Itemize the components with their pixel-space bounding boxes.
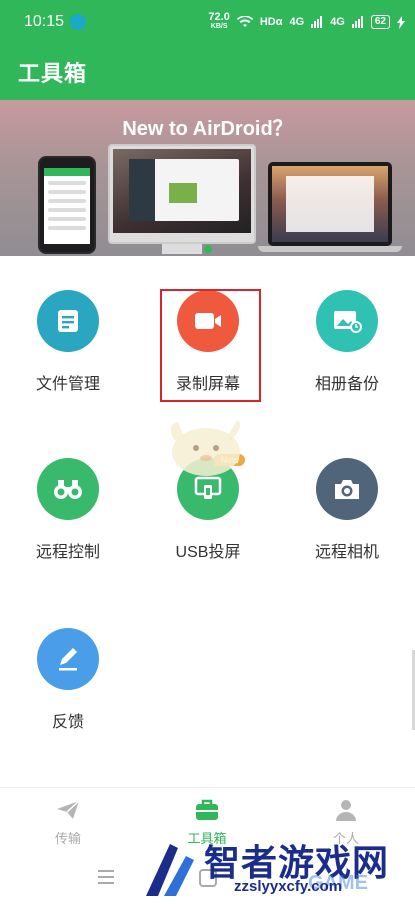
photo-backup-icon xyxy=(316,290,378,352)
message-notification-icon xyxy=(70,14,86,30)
tool-label: 文件管理 xyxy=(35,376,100,393)
signal-bars-icon xyxy=(311,16,323,28)
tool-feedback[interactable]: 反馈 xyxy=(8,628,128,732)
mascot-illustration xyxy=(170,420,240,476)
tool-file-manager[interactable]: 文件管理 xyxy=(8,290,128,394)
laptop-illustration xyxy=(268,162,392,246)
tool-label: 远程相机 xyxy=(314,544,379,561)
toolbox-icon xyxy=(193,796,221,824)
send-icon xyxy=(54,796,82,824)
wifi-icon xyxy=(236,16,253,27)
remote-control-icon xyxy=(37,458,99,520)
status-time: 10:15 xyxy=(24,13,65,30)
person-icon xyxy=(332,796,360,824)
status-bar: 10:15 72.0 KB/S HDα 4G 4G 62 xyxy=(0,0,415,44)
tool-label: 反馈 xyxy=(51,714,84,731)
phone-illustration xyxy=(38,156,96,254)
signal-4g-icon-2: 4G xyxy=(330,16,345,28)
status-indicators: 72.0 KB/S HDα 4G 4G 62 xyxy=(208,11,405,33)
watermark-url: zzslyyxcfy.com xyxy=(234,878,343,895)
watermark-logo-icon xyxy=(146,844,194,896)
page-title: 工具箱 xyxy=(18,61,88,86)
feedback-icon xyxy=(37,628,99,690)
battery-icon: 62 xyxy=(370,15,390,29)
network-speed: 72.0 KB/S xyxy=(208,11,230,31)
tool-photo-backup[interactable]: 相册备份 xyxy=(287,290,407,394)
file-manager-icon xyxy=(37,290,99,352)
pagination-dot-active xyxy=(203,245,212,253)
signal-4g-icon: 4G xyxy=(289,16,305,28)
desktop-illustration xyxy=(108,144,256,244)
charging-icon xyxy=(397,15,405,29)
signal-bars-icon-2 xyxy=(351,16,363,28)
banner-headline: New to AirDroid？ xyxy=(122,118,293,140)
tool-label: USB投屏 xyxy=(175,544,241,561)
tool-remote-control[interactable]: 远程控制 xyxy=(8,458,128,562)
nav-label: 传输 xyxy=(54,831,81,846)
tool-label: 远程控制 xyxy=(35,544,100,561)
menu-icon[interactable] xyxy=(98,870,114,888)
highlight-box xyxy=(160,289,261,402)
promo-banner[interactable]: New to AirDroid？ xyxy=(0,100,415,256)
app-bar: 工具箱 xyxy=(0,44,415,100)
tool-remote-camera[interactable]: 远程相机 xyxy=(287,458,407,562)
watermark: 智者游戏网 GAME zzslyyxcfy.com xyxy=(142,832,415,904)
hd-indicator: HDα xyxy=(259,16,283,28)
banner-pagination xyxy=(0,245,415,253)
tool-label: 相册备份 xyxy=(314,376,379,393)
nav-item-transfer[interactable]: 传输 xyxy=(28,796,108,847)
remote-camera-icon xyxy=(316,458,378,520)
